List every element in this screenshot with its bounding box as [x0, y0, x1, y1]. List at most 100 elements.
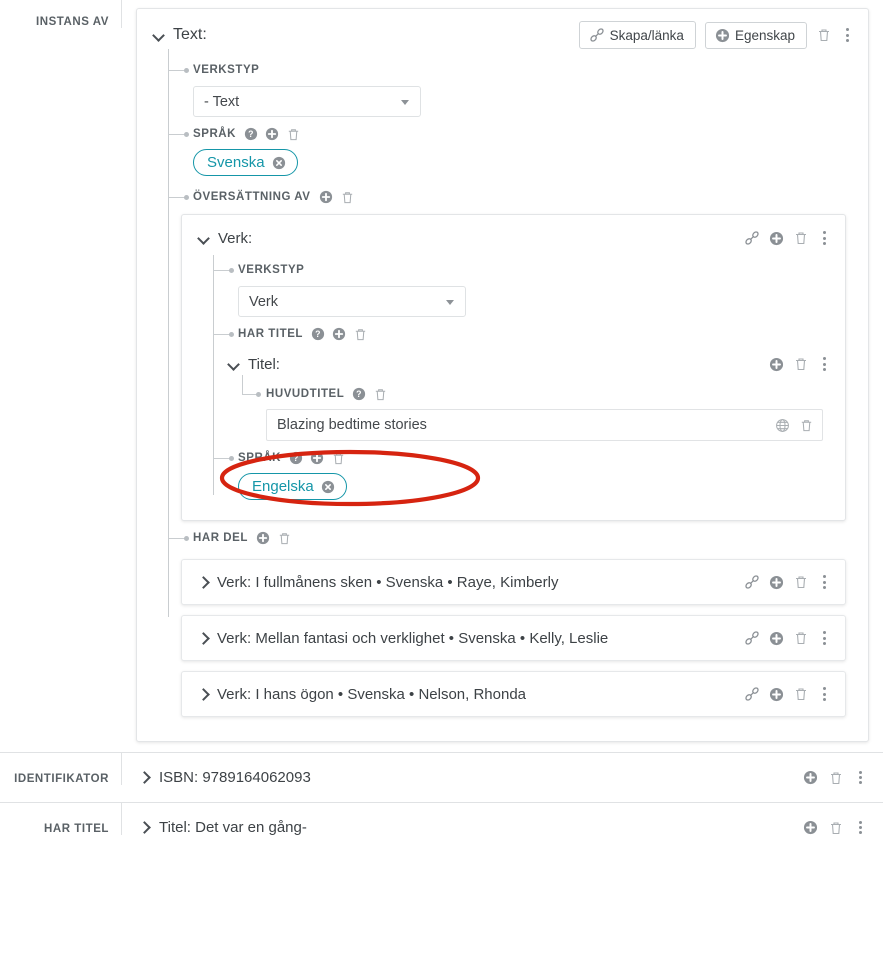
kebab-menu-icon[interactable]	[854, 818, 867, 838]
chevron-right-icon[interactable]	[197, 688, 210, 701]
label-text: HAR TITEL	[238, 328, 303, 340]
tree-branch	[168, 70, 185, 71]
list-item-actions	[744, 628, 831, 648]
tree-branch	[168, 538, 185, 539]
trash-icon[interactable]	[793, 630, 809, 646]
chevron-right-icon[interactable]	[197, 632, 210, 645]
select-value: Verk	[249, 293, 279, 310]
plus-circle-icon[interactable]	[318, 190, 333, 204]
field-label-har-titel-verk: HAR TITEL	[238, 323, 845, 345]
chevron-down-icon[interactable]	[228, 358, 241, 371]
field-har-del: HAR DEL	[137, 527, 868, 549]
trash-icon[interactable]	[799, 418, 814, 433]
globe-icon[interactable]	[775, 418, 790, 433]
tree-branch	[213, 270, 230, 271]
trash-icon[interactable]	[828, 820, 844, 836]
kebab-menu-icon[interactable]	[818, 628, 831, 648]
har-titel-row[interactable]: Titel: Det var en gång-	[122, 803, 883, 852]
plus-circle-icon[interactable]	[769, 356, 784, 372]
list-item[interactable]: Verk: I hans ögon • Svenska • Nelson, Rh…	[181, 671, 846, 717]
add-property-label: Egenskap	[734, 27, 795, 43]
trash-icon[interactable]	[793, 686, 809, 702]
property-body-identifikator: ISBN: 9789164062093	[122, 753, 883, 802]
plus-circle-icon	[714, 27, 730, 43]
list-item-actions	[744, 572, 831, 592]
trash-icon[interactable]	[331, 451, 346, 466]
plus-circle-icon[interactable]	[803, 770, 818, 785]
tree-branch	[213, 458, 230, 459]
remove-circle-icon[interactable]	[271, 155, 286, 170]
trash-icon[interactable]	[340, 190, 355, 205]
chevron-right-icon[interactable]	[138, 771, 151, 784]
plus-circle-icon[interactable]	[769, 630, 784, 646]
field-label-har-del: HAR DEL	[193, 527, 868, 549]
plus-circle-icon[interactable]	[769, 686, 784, 702]
kebab-menu-icon[interactable]	[818, 684, 831, 704]
har-titel-actions	[803, 818, 867, 838]
chip-sprak-svenska[interactable]: Svenska	[193, 149, 298, 176]
field-oversattning-av: ÖVERSÄTTNING AV	[137, 186, 868, 208]
link-icon[interactable]	[744, 630, 760, 646]
field-label-huvudtitel: HUVUDTITEL	[266, 383, 845, 405]
huvudtitel-input[interactable]: Blazing bedtime stories	[266, 409, 823, 441]
help-icon[interactable]	[352, 387, 366, 401]
trash-icon[interactable]	[793, 230, 809, 246]
plus-circle-icon[interactable]	[332, 327, 346, 341]
field-huvudtitel: HUVUDTITEL Blazing bedtime stories	[228, 375, 845, 441]
identifikator-row[interactable]: ISBN: 9789164062093	[122, 753, 883, 802]
plus-circle-icon[interactable]	[310, 451, 325, 465]
label-text: HAR DEL	[193, 532, 248, 544]
link-icon[interactable]	[744, 574, 760, 590]
chevron-down-icon[interactable]	[198, 232, 211, 245]
remove-circle-icon[interactable]	[320, 479, 335, 494]
tree-node-dot	[256, 392, 261, 397]
add-property-button[interactable]: Egenskap	[704, 21, 807, 49]
plus-circle-icon[interactable]	[255, 531, 270, 545]
select-verkstyp-outer[interactable]: - Text	[193, 86, 421, 117]
help-icon[interactable]	[289, 451, 303, 465]
kebab-menu-icon[interactable]	[818, 354, 831, 374]
trash-icon[interactable]	[353, 327, 368, 342]
field-label-sprak-verk: SPRÅK	[238, 447, 845, 469]
chevron-right-icon[interactable]	[197, 576, 210, 589]
kebab-menu-icon[interactable]	[818, 228, 831, 248]
help-icon[interactable]	[311, 327, 325, 341]
chip-label: Svenska	[207, 154, 265, 171]
list-item-label: Verk: I fullmånens sken • Svenska • Raye…	[217, 573, 559, 591]
help-icon[interactable]	[244, 127, 258, 141]
verk-card-title[interactable]: Verk:	[198, 230, 252, 247]
trash-icon[interactable]	[277, 531, 292, 546]
tree-branch-vertical	[242, 375, 243, 394]
field-har-titel-verk: HAR TITEL	[182, 323, 845, 345]
trash-icon[interactable]	[373, 387, 388, 402]
chevron-down-icon[interactable]	[153, 29, 166, 42]
tree-node-dot	[184, 195, 189, 200]
titel-group-title[interactable]: Titel:	[228, 356, 280, 373]
link-icon[interactable]	[744, 686, 760, 702]
chevron-right-icon[interactable]	[138, 821, 151, 834]
chip-sprak-engelska[interactable]: Engelska	[238, 473, 347, 500]
kebab-menu-icon[interactable]	[818, 572, 831, 592]
plus-circle-icon[interactable]	[769, 230, 784, 246]
plus-circle-icon[interactable]	[769, 574, 784, 590]
tree-branch	[168, 134, 185, 135]
plus-circle-icon[interactable]	[803, 820, 818, 835]
kebab-menu-icon[interactable]	[854, 768, 867, 788]
trash-icon[interactable]	[793, 356, 809, 372]
huvudtitel-input-actions	[775, 418, 814, 433]
trash-icon[interactable]	[828, 770, 844, 786]
link-icon[interactable]	[744, 230, 760, 246]
trash-icon[interactable]	[793, 574, 809, 590]
create-link-button[interactable]: Skapa/länka	[578, 21, 696, 49]
field-verkstyp-verk: VERKSTYP Verk	[182, 259, 845, 317]
chevron-down-icon	[446, 299, 454, 305]
trash-icon[interactable]	[286, 127, 301, 142]
text-card-title[interactable]: Text:	[153, 26, 207, 44]
list-item[interactable]: Verk: Mellan fantasi och verklighet • Sv…	[181, 615, 846, 661]
property-body-instans-av: Text: Skapa/länka Egenskap VERKSTYP - Te…	[122, 0, 883, 752]
plus-circle-icon[interactable]	[265, 127, 280, 141]
kebab-menu-icon[interactable]	[841, 25, 854, 45]
list-item[interactable]: Verk: I fullmånens sken • Svenska • Raye…	[181, 559, 846, 605]
select-verkstyp-verk[interactable]: Verk	[238, 286, 466, 317]
trash-icon[interactable]	[816, 27, 832, 43]
